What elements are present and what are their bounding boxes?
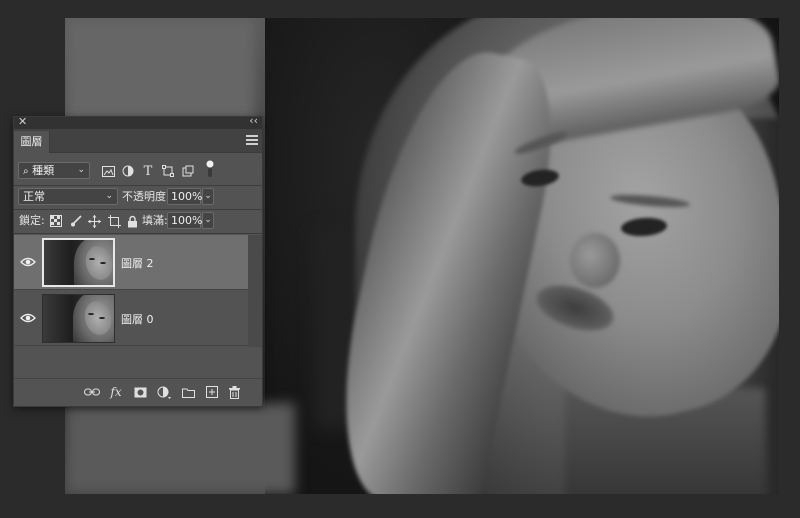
shape-filter-icon[interactable] xyxy=(160,163,176,179)
folder-icon[interactable] xyxy=(180,384,196,400)
blend-mode-label: 正常 xyxy=(23,190,45,203)
link-layers-icon[interactable] xyxy=(84,384,100,400)
divider xyxy=(14,233,262,234)
layers-panel: ✕ ‹‹ 圖層 ⌕ 種類 ⌄ T 正常 ⌄ 不透明度: 100% ⌄ 鎖定: 填… xyxy=(13,114,263,407)
search-icon: ⌕ xyxy=(23,166,29,177)
move-icon[interactable] xyxy=(86,213,102,229)
brush-icon[interactable] xyxy=(68,213,84,229)
photo-nose xyxy=(570,233,620,288)
blend-mode-select[interactable]: 正常 ⌄ xyxy=(18,188,118,205)
collapse-icon[interactable]: ‹‹ xyxy=(249,114,258,127)
layer-row-layer-2[interactable]: 圖層 2 xyxy=(14,235,250,290)
trash-icon[interactable] xyxy=(226,384,242,400)
fill-label: 填滿: xyxy=(142,214,168,227)
eye-icon[interactable] xyxy=(20,255,36,269)
panel-menu-icon[interactable] xyxy=(246,133,258,147)
adjustment-layer-icon[interactable] xyxy=(156,384,172,400)
opacity-input[interactable]: 100% xyxy=(167,188,202,205)
chevron-down-icon: ⌄ xyxy=(105,191,113,201)
eye-icon[interactable] xyxy=(20,311,36,325)
divider xyxy=(14,209,262,210)
type-filter-icon[interactable]: T xyxy=(140,163,156,179)
divider xyxy=(14,185,262,186)
opacity-label: 不透明度: xyxy=(122,190,170,203)
close-icon[interactable]: ✕ xyxy=(18,115,27,128)
image-filter-icon[interactable] xyxy=(100,163,116,179)
adjustment-filter-icon[interactable] xyxy=(120,163,136,179)
tab-layers[interactable]: 圖層 xyxy=(14,131,50,153)
layer-thumbnail[interactable] xyxy=(42,238,115,287)
panel-footer: fx xyxy=(14,378,262,406)
blend-row: 正常 ⌄ 不透明度: 100% ⌄ xyxy=(14,187,262,209)
chevron-down-icon: ⌄ xyxy=(77,165,85,175)
smart-object-filter-icon[interactable] xyxy=(180,163,196,179)
filter-kind-select[interactable]: ⌕ 種類 ⌄ xyxy=(18,162,90,179)
artboard-lock-icon[interactable] xyxy=(106,213,122,229)
filter-kind-label: 種類 xyxy=(32,164,55,177)
layer-row-layer-0[interactable]: 圖層 0 xyxy=(14,291,250,346)
lock-label: 鎖定: xyxy=(19,214,45,227)
lock-transparent-pixels-icon[interactable] xyxy=(48,213,64,229)
photo-background-bottom xyxy=(65,403,295,494)
fill-slider-toggle[interactable]: ⌄ xyxy=(202,212,214,229)
layers-scrollbar[interactable] xyxy=(248,235,262,347)
panel-title-bar[interactable]: ✕ ‹‹ xyxy=(14,114,262,129)
filter-toggle-icon[interactable] xyxy=(202,160,218,177)
layer-thumbnail[interactable] xyxy=(42,294,115,343)
photo-blurred-sign xyxy=(65,18,255,128)
add-mask-icon[interactable] xyxy=(132,384,148,400)
new-layer-icon[interactable] xyxy=(204,384,220,400)
panel-tab-bar: 圖層 xyxy=(14,129,262,153)
layers-list: 圖層 2 圖層 0 xyxy=(14,235,262,347)
layer-name[interactable]: 圖層 2 xyxy=(121,255,154,271)
lock-row: 鎖定: 填滿: 100% ⌄ xyxy=(14,211,262,233)
layer-name[interactable]: 圖層 0 xyxy=(121,311,154,327)
layer-filter-row: ⌕ 種類 ⌄ T xyxy=(14,160,262,183)
fx-button[interactable]: fx xyxy=(108,384,124,400)
opacity-slider-toggle[interactable]: ⌄ xyxy=(202,188,214,205)
fill-input[interactable]: 100% xyxy=(167,212,202,229)
lock-icon[interactable] xyxy=(124,213,140,229)
